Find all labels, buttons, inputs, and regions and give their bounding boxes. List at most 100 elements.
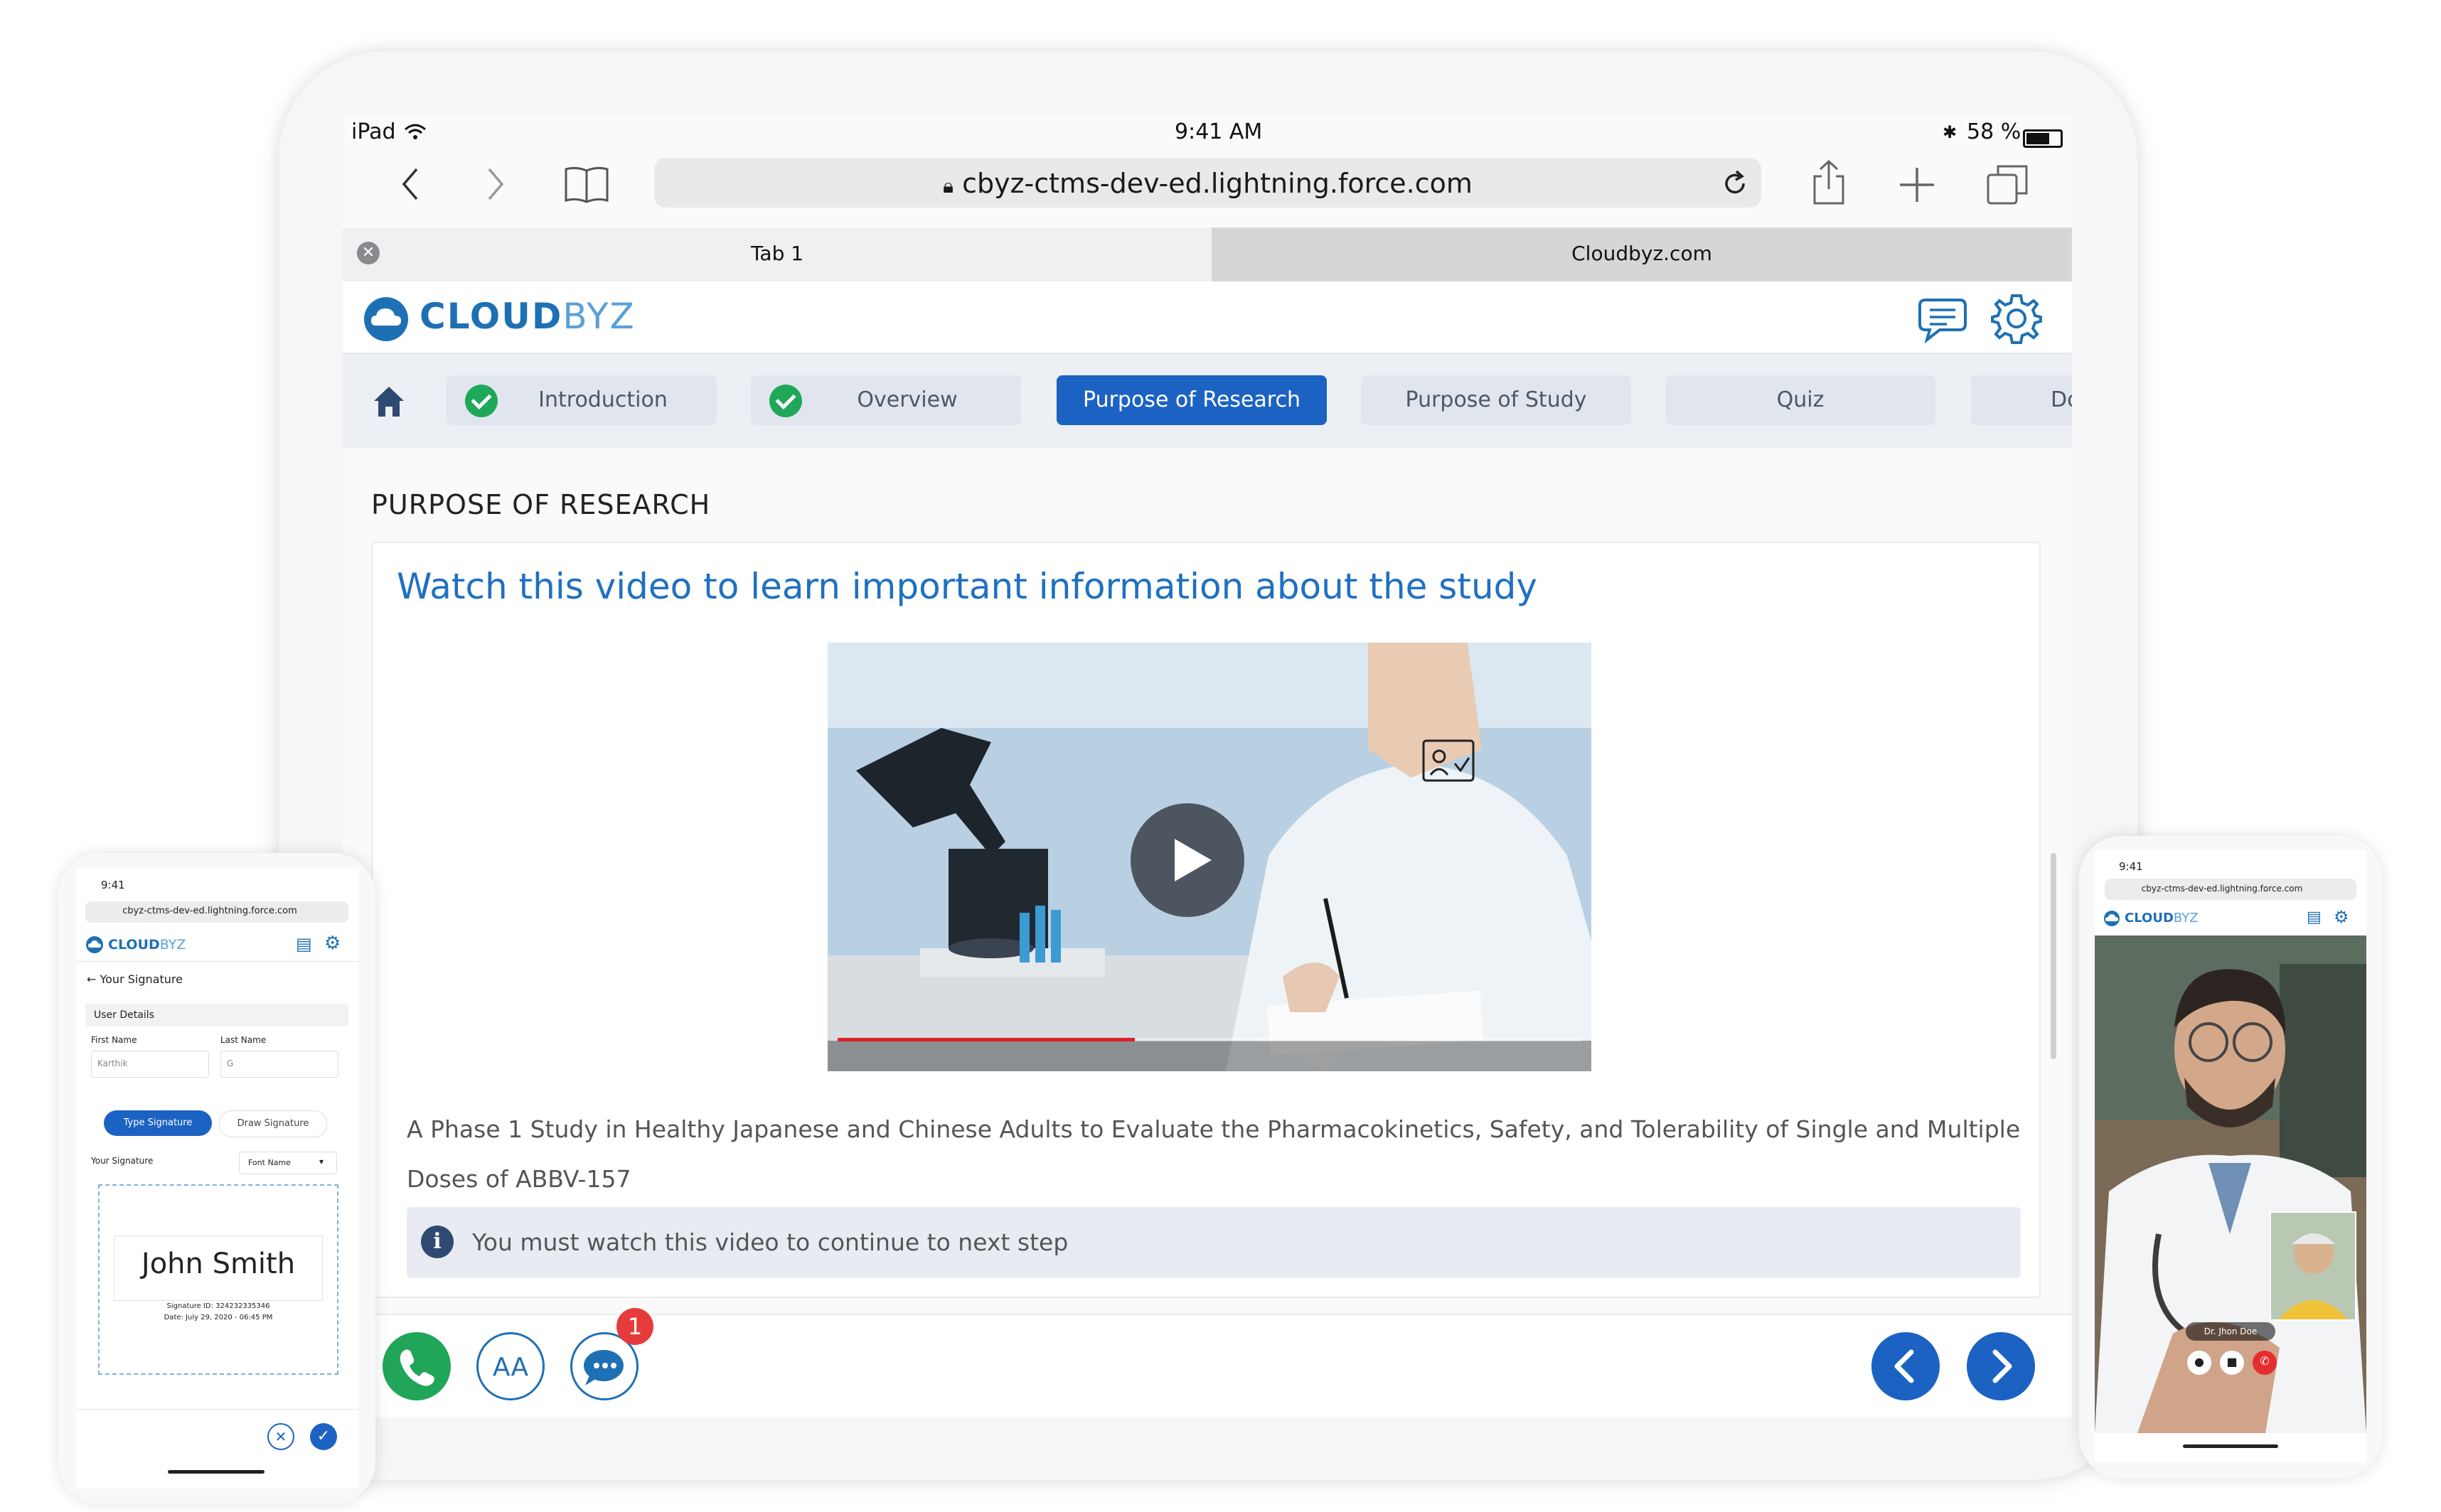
chevron-left-icon — [1894, 1349, 1914, 1383]
last-name-input[interactable]: G — [220, 1051, 338, 1078]
chat-icon[interactable]: ▤ — [2307, 908, 2322, 926]
cloudbyz-logo-icon — [2104, 911, 2120, 926]
type-signature-tab[interactable]: Type Signature — [104, 1110, 212, 1136]
first-name-input[interactable]: Karthik — [91, 1051, 209, 1078]
chat-icon[interactable]: ▤ — [296, 934, 312, 954]
nav-introduction[interactable]: Introduction — [447, 375, 717, 425]
previous-button[interactable] — [1871, 1332, 1940, 1400]
camera-toggle-button[interactable]: ■ — [2220, 1351, 2244, 1375]
app-header: CLOUDBYZ — [343, 282, 2072, 354]
main-content: PURPOSE OF RESEARCH Watch this video to … — [343, 448, 2072, 1416]
divider — [75, 1409, 358, 1410]
chevron-down-icon: ▾ — [319, 1157, 324, 1167]
bookmarks-icon[interactable] — [563, 165, 610, 205]
next-button[interactable] — [1967, 1332, 2035, 1400]
right-phone-screen: 9:41 cbyz-ctms-dev-ed.lightning.force.co… — [2095, 850, 2366, 1463]
signature-pad[interactable]: John Smith Signature ID: 324232335346 Da… — [98, 1184, 338, 1375]
signature-back-link[interactable]: ← Your Signature — [87, 972, 183, 986]
card-title: Watch this video to learn important info… — [397, 566, 1537, 607]
tabs-overview-icon[interactable] — [1985, 162, 2031, 208]
tab-2-label: Cloudbyz.com — [1571, 242, 1712, 265]
nav-documents[interactable]: Do — [1971, 375, 2072, 425]
page-title: PURPOSE OF RESEARCH — [371, 489, 711, 520]
new-tab-icon[interactable] — [1897, 165, 1937, 205]
right-phone-address-bar[interactable]: cbyz-ctms-dev-ed.lightning.force.com — [2105, 879, 2356, 900]
video-camera-icon: ■ — [2226, 1355, 2238, 1368]
mute-button[interactable]: ● — [2187, 1351, 2211, 1375]
signature-text: John Smith — [141, 1248, 296, 1280]
notice-text: You must watch this video to continue to… — [472, 1228, 1069, 1256]
nav-purpose-of-research[interactable]: Purpose of Research — [1057, 375, 1327, 425]
video-player[interactable] — [828, 643, 1591, 1071]
lock-icon: 🔒︎ — [943, 174, 954, 198]
left-phone-screen: 9:41 cbyz-ctms-dev-ed.lightning.force.co… — [75, 869, 358, 1489]
video-progress-track[interactable] — [838, 1038, 1581, 1041]
settings-gear-icon[interactable] — [1989, 291, 2044, 345]
font-size-button[interactable]: AA — [476, 1332, 545, 1400]
right-phone-logo: CLOUDBYZ — [2125, 911, 2199, 926]
right-phone-app-header: CLOUDBYZ ▤ ⚙ — [2095, 904, 2366, 933]
cancel-signature-button[interactable]: ✕ — [267, 1423, 294, 1450]
forward-icon[interactable] — [485, 166, 506, 202]
share-icon[interactable] — [1807, 159, 1850, 206]
video-card: Watch this video to learn important info… — [371, 542, 2041, 1298]
end-call-button[interactable]: ✆ — [2253, 1351, 2277, 1375]
nav-purpose-of-study[interactable]: Purpose of Study — [1361, 375, 1631, 425]
last-name-label: Last Name — [220, 1035, 267, 1045]
right-phone-clock: 9:41 — [2119, 860, 2143, 873]
ipad-screen: iPad 9:41 AM ✱ 58 % 🔒︎ cbyz-ctms-dev-ed.… — [343, 114, 2072, 1417]
app-logo: CLOUDBYZ — [420, 296, 636, 337]
settings-gear-icon[interactable]: ⚙ — [324, 933, 341, 954]
home-indicator[interactable] — [2183, 1444, 2278, 1448]
signature-date: Date: July 29, 2020 - 06:45 PM — [164, 1314, 273, 1321]
call-button[interactable] — [383, 1332, 451, 1400]
unread-badge: 1 — [616, 1308, 653, 1345]
url-text: cbyz-ctms-dev-ed.lightning.force.com — [962, 168, 1473, 199]
caller-name-pill[interactable]: Dr. Jhon Doe — [2186, 1322, 2275, 1341]
info-notice: i You must watch this video to continue … — [407, 1207, 2021, 1278]
browser-toolbar: 🔒︎ cbyz-ctms-dev-ed.lightning.force.com — [343, 154, 2072, 230]
step-navigation: Introduction Overview Purpose of Researc… — [343, 354, 2072, 448]
cloudbyz-logo-icon — [364, 297, 408, 341]
back-icon[interactable] — [400, 166, 421, 202]
confirm-signature-button[interactable]: ✓ — [310, 1423, 337, 1450]
tab-1[interactable]: ✕ Tab 1 — [343, 227, 1212, 282]
settings-gear-icon[interactable]: ⚙ — [2334, 907, 2349, 927]
left-phone-clock: 9:41 — [101, 879, 125, 891]
patient-video-feed — [2271, 1213, 2355, 1319]
home-icon[interactable] — [371, 384, 407, 419]
play-button[interactable] — [1131, 803, 1244, 917]
signature-id: Signature ID: 324232335346 — [166, 1302, 270, 1310]
signature-box: John Smith — [114, 1235, 323, 1301]
draw-signature-tab[interactable]: Draw Signature — [219, 1110, 327, 1137]
user-details-section: User Details — [85, 1004, 348, 1026]
scrollbar[interactable] — [2051, 853, 2056, 1059]
first-name-label: First Name — [91, 1035, 137, 1045]
chat-icon[interactable] — [1916, 291, 1970, 345]
your-signature-label: Your Signature — [91, 1156, 154, 1166]
bluetooth-icon: ✱ — [1943, 122, 1957, 142]
completed-check-icon — [769, 385, 802, 417]
nav-quiz[interactable]: Quiz — [1665, 375, 1935, 425]
caller-name: Dr. Jhon Doe — [2204, 1326, 2258, 1336]
reload-icon[interactable] — [1721, 169, 1749, 198]
home-indicator[interactable] — [168, 1470, 265, 1474]
address-bar[interactable]: 🔒︎ cbyz-ctms-dev-ed.lightning.force.com — [654, 158, 1761, 208]
browser-tabs: ✕ Tab 1 Cloudbyz.com — [343, 227, 2072, 282]
completed-check-icon — [465, 385, 498, 417]
play-icon — [1175, 839, 1212, 881]
self-view-thumbnail[interactable] — [2270, 1211, 2356, 1321]
font-name-select[interactable]: Font Name ▾ — [239, 1152, 337, 1174]
chevron-right-icon — [1992, 1349, 2012, 1383]
device-name: iPad — [351, 119, 396, 144]
battery-percent: 58 % — [1967, 119, 2021, 144]
hang-up-icon: ✆ — [2260, 1354, 2270, 1368]
status-bar: iPad 9:41 AM ✱ 58 % — [343, 114, 2072, 154]
left-phone-address-bar[interactable]: cbyz-ctms-dev-ed.lightning.force.com — [85, 901, 348, 923]
video-call-view: Dr. Jhon Doe ● ■ ✆ — [2095, 935, 2366, 1433]
tab-2[interactable]: Cloudbyz.com — [1212, 227, 2072, 282]
nav-overview[interactable]: Overview — [751, 375, 1021, 425]
cloudbyz-logo-icon — [86, 936, 103, 953]
left-phone-app-header: CLOUDBYZ ▤ ⚙ — [75, 928, 358, 962]
tab-1-label: Tab 1 — [750, 242, 804, 265]
